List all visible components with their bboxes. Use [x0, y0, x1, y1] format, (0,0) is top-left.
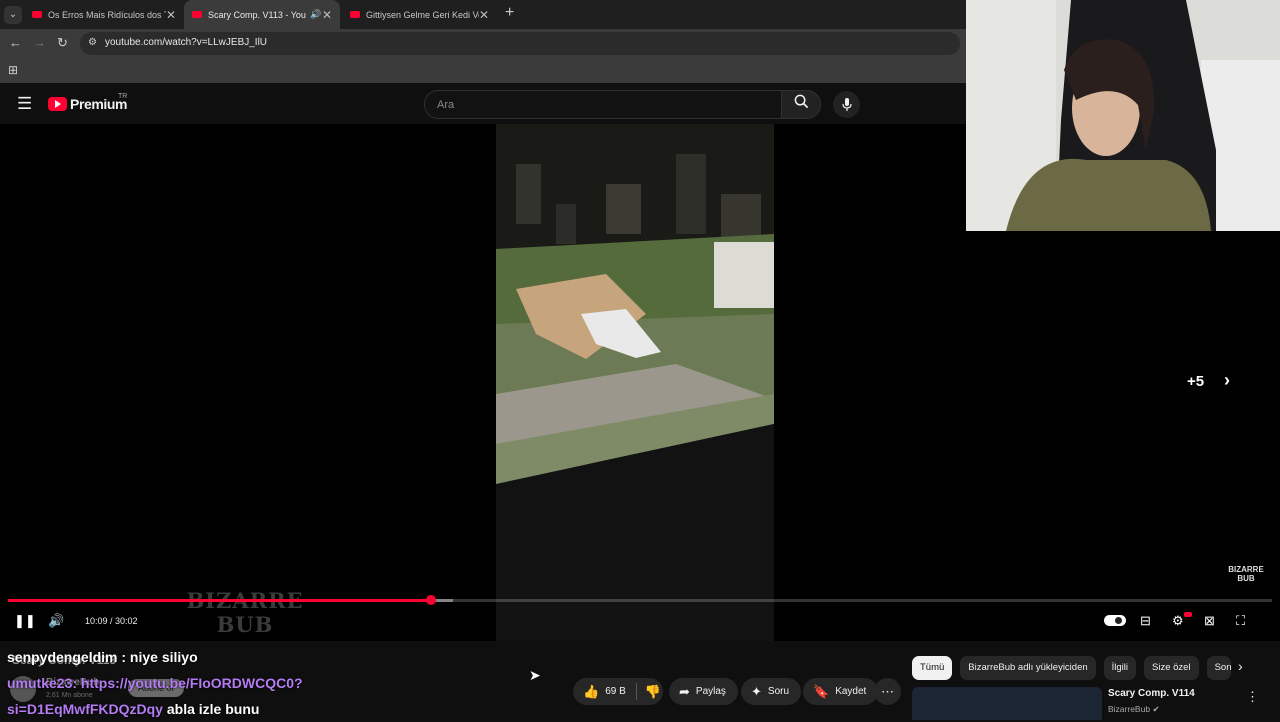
- more-horizontal-icon: ⋯: [881, 683, 894, 699]
- chat-text: abla izle bunu: [162, 701, 260, 717]
- verified-icon: ✔: [1152, 704, 1160, 714]
- more-vertical-icon[interactable]: ⋮: [1246, 689, 1259, 705]
- browser-tab-3[interactable]: Gittiysen Gelme Geri Kedi Versi ✕: [342, 0, 497, 29]
- chip-from-uploader[interactable]: BizarreBub adlı yükleyiciden: [960, 656, 1096, 680]
- voice-search-button[interactable]: [833, 91, 860, 118]
- speaker-icon[interactable]: 🔊: [310, 9, 321, 20]
- chat-overlay: senpydengeldim : niye siliyo umutke23: h…: [7, 644, 303, 722]
- bookmark-icon: 🔖: [813, 683, 830, 699]
- divider: [635, 683, 637, 700]
- chip-all[interactable]: Tümü: [912, 656, 953, 680]
- played-bar: [8, 599, 432, 602]
- save-button[interactable]: 🔖 Kaydet: [803, 678, 879, 705]
- like-icon[interactable]: 👍: [583, 684, 599, 700]
- close-tab-icon[interactable]: ✕: [322, 8, 332, 22]
- chat-separator: :: [117, 649, 130, 665]
- chevron-right-icon[interactable]: ›: [1224, 370, 1230, 391]
- site-info-icon[interactable]: ⚙: [88, 37, 97, 48]
- save-label: Kaydet: [835, 686, 867, 697]
- watermark-line: BUB: [216, 612, 274, 637]
- like-dislike-group: 👍 69 B 👎: [573, 678, 663, 705]
- captions-icon[interactable]: ⊟: [1140, 613, 1151, 629]
- share-icon: ➦: [679, 683, 690, 699]
- hd-badge: [1184, 612, 1192, 617]
- youtube-favicon-icon: [350, 11, 360, 18]
- reload-icon[interactable]: ↻: [57, 35, 68, 51]
- pause-button[interactable]: ❚❚: [14, 613, 36, 629]
- chat-link[interactable]: https://youtu.be/FIoORDWCQC0?: [81, 675, 303, 691]
- more-actions-button[interactable]: ⋯: [874, 678, 901, 705]
- search-button[interactable]: [781, 90, 821, 119]
- forward-icon[interactable]: →: [33, 35, 46, 50]
- chat-link[interactable]: si=D1EqMwfFKDQzDqy: [7, 701, 163, 717]
- chevron-right-icon[interactable]: ›: [1238, 658, 1243, 674]
- recommended-thumbnail[interactable]: [912, 687, 1102, 720]
- like-count[interactable]: 69 B: [605, 686, 626, 697]
- tab-search-icon[interactable]: ⌄: [4, 6, 22, 24]
- sparkle-icon: ✦: [751, 683, 762, 699]
- webcam-image: [966, 0, 1280, 231]
- tab-title: Scary Comp. V113 - YouTub: [208, 9, 306, 20]
- volume-icon[interactable]: 🔊: [48, 613, 64, 629]
- microphone-icon: [841, 97, 852, 111]
- browser-tab-2[interactable]: Scary Comp. V113 - YouTub 🔊 ✕: [184, 0, 340, 29]
- chat-message: si=D1EqMwfFKDQzDqy abla izle bunu: [7, 696, 303, 722]
- youtube-favicon-icon: [192, 11, 202, 18]
- search-icon: [794, 94, 808, 109]
- share-label: Paylaş: [695, 686, 726, 697]
- search-box: [424, 90, 782, 119]
- apps-grid-icon[interactable]: ⊞: [8, 63, 18, 77]
- below-video-area: Scary Comp. V113 BizarreBub 2,61 Mn abon…: [0, 641, 1280, 720]
- channel-logo-overlay: BIZARRE BUB: [180, 589, 310, 637]
- chat-text: niye siliyo: [129, 649, 198, 665]
- chat-separator: :: [72, 675, 81, 691]
- recommended-channel[interactable]: BizarreBub ✔: [1108, 704, 1160, 715]
- youtube-logo-icon[interactable]: [48, 97, 67, 111]
- chip-for-you[interactable]: Size özel: [1144, 656, 1199, 680]
- watermark-line: BIZARRE: [1228, 565, 1264, 574]
- time-display: 10:09 / 30:02: [85, 616, 138, 626]
- url-field[interactable]: ⚙ youtube.com/watch?v=LLwJEBJ_IlU: [80, 32, 960, 55]
- chat-message: senpydengeldim : niye siliyo: [7, 644, 303, 670]
- ask-button[interactable]: ✦ Soru: [741, 678, 802, 705]
- next-videos-count[interactable]: +5: [1187, 373, 1204, 390]
- ask-label: Soru: [767, 686, 790, 697]
- youtube-favicon-icon: [32, 11, 42, 18]
- back-icon[interactable]: ←: [9, 35, 22, 50]
- close-tab-icon[interactable]: ✕: [479, 8, 489, 22]
- share-button[interactable]: ➦ Paylaş: [669, 678, 738, 705]
- chat-message: umutke23: https://youtu.be/FIoORDWCQC0?: [7, 670, 303, 696]
- chip-related[interactable]: İlgili: [1103, 656, 1137, 680]
- scrubber-handle[interactable]: [426, 595, 437, 605]
- settings-gear-icon[interactable]: ⚙: [1172, 613, 1184, 629]
- theater-mode-icon[interactable]: ⊠: [1204, 613, 1215, 629]
- recommendation-chips: Tümü BizarreBub adlı yükleyiciden İlgili…: [912, 656, 1231, 680]
- tab-title: Os Erros Mais Ridículos dos Tra: [48, 9, 166, 20]
- webcam-overlay: [966, 0, 1280, 231]
- close-tab-icon[interactable]: ✕: [166, 8, 176, 22]
- new-tab-icon[interactable]: +: [505, 4, 514, 22]
- logo-region: TR: [118, 93, 128, 100]
- channel-watermark[interactable]: BIZARRE BUB: [1226, 565, 1266, 583]
- recommended-title[interactable]: Scary Comp. V114: [1108, 688, 1195, 699]
- tab-title: Gittiysen Gelme Geri Kedi Versi: [366, 9, 479, 20]
- search-input[interactable]: [435, 97, 769, 113]
- mouse-cursor-icon: ➤: [529, 667, 541, 683]
- autoplay-toggle[interactable]: [1104, 615, 1126, 626]
- chip-recent[interactable]: Son y: [1206, 656, 1231, 680]
- progress-bar[interactable]: [8, 595, 1272, 605]
- video-image: [496, 124, 774, 641]
- url-text: youtube.com/watch?v=LLwJEBJ_IlU: [105, 37, 268, 48]
- dislike-icon[interactable]: 👎: [645, 684, 661, 700]
- chat-username: umutke23: [7, 675, 73, 691]
- watermark-line: BUB: [1237, 574, 1255, 583]
- chat-username: senpydengeldim: [7, 649, 118, 665]
- recommended-channel-name: BizarreBub: [1108, 704, 1151, 714]
- browser-tab-1[interactable]: Os Erros Mais Ridículos dos Tra ✕: [24, 0, 184, 29]
- video-frame: [496, 124, 774, 641]
- menu-icon[interactable]: ☰: [17, 94, 32, 114]
- fullscreen-icon[interactable]: ⛶: [1236, 613, 1245, 629]
